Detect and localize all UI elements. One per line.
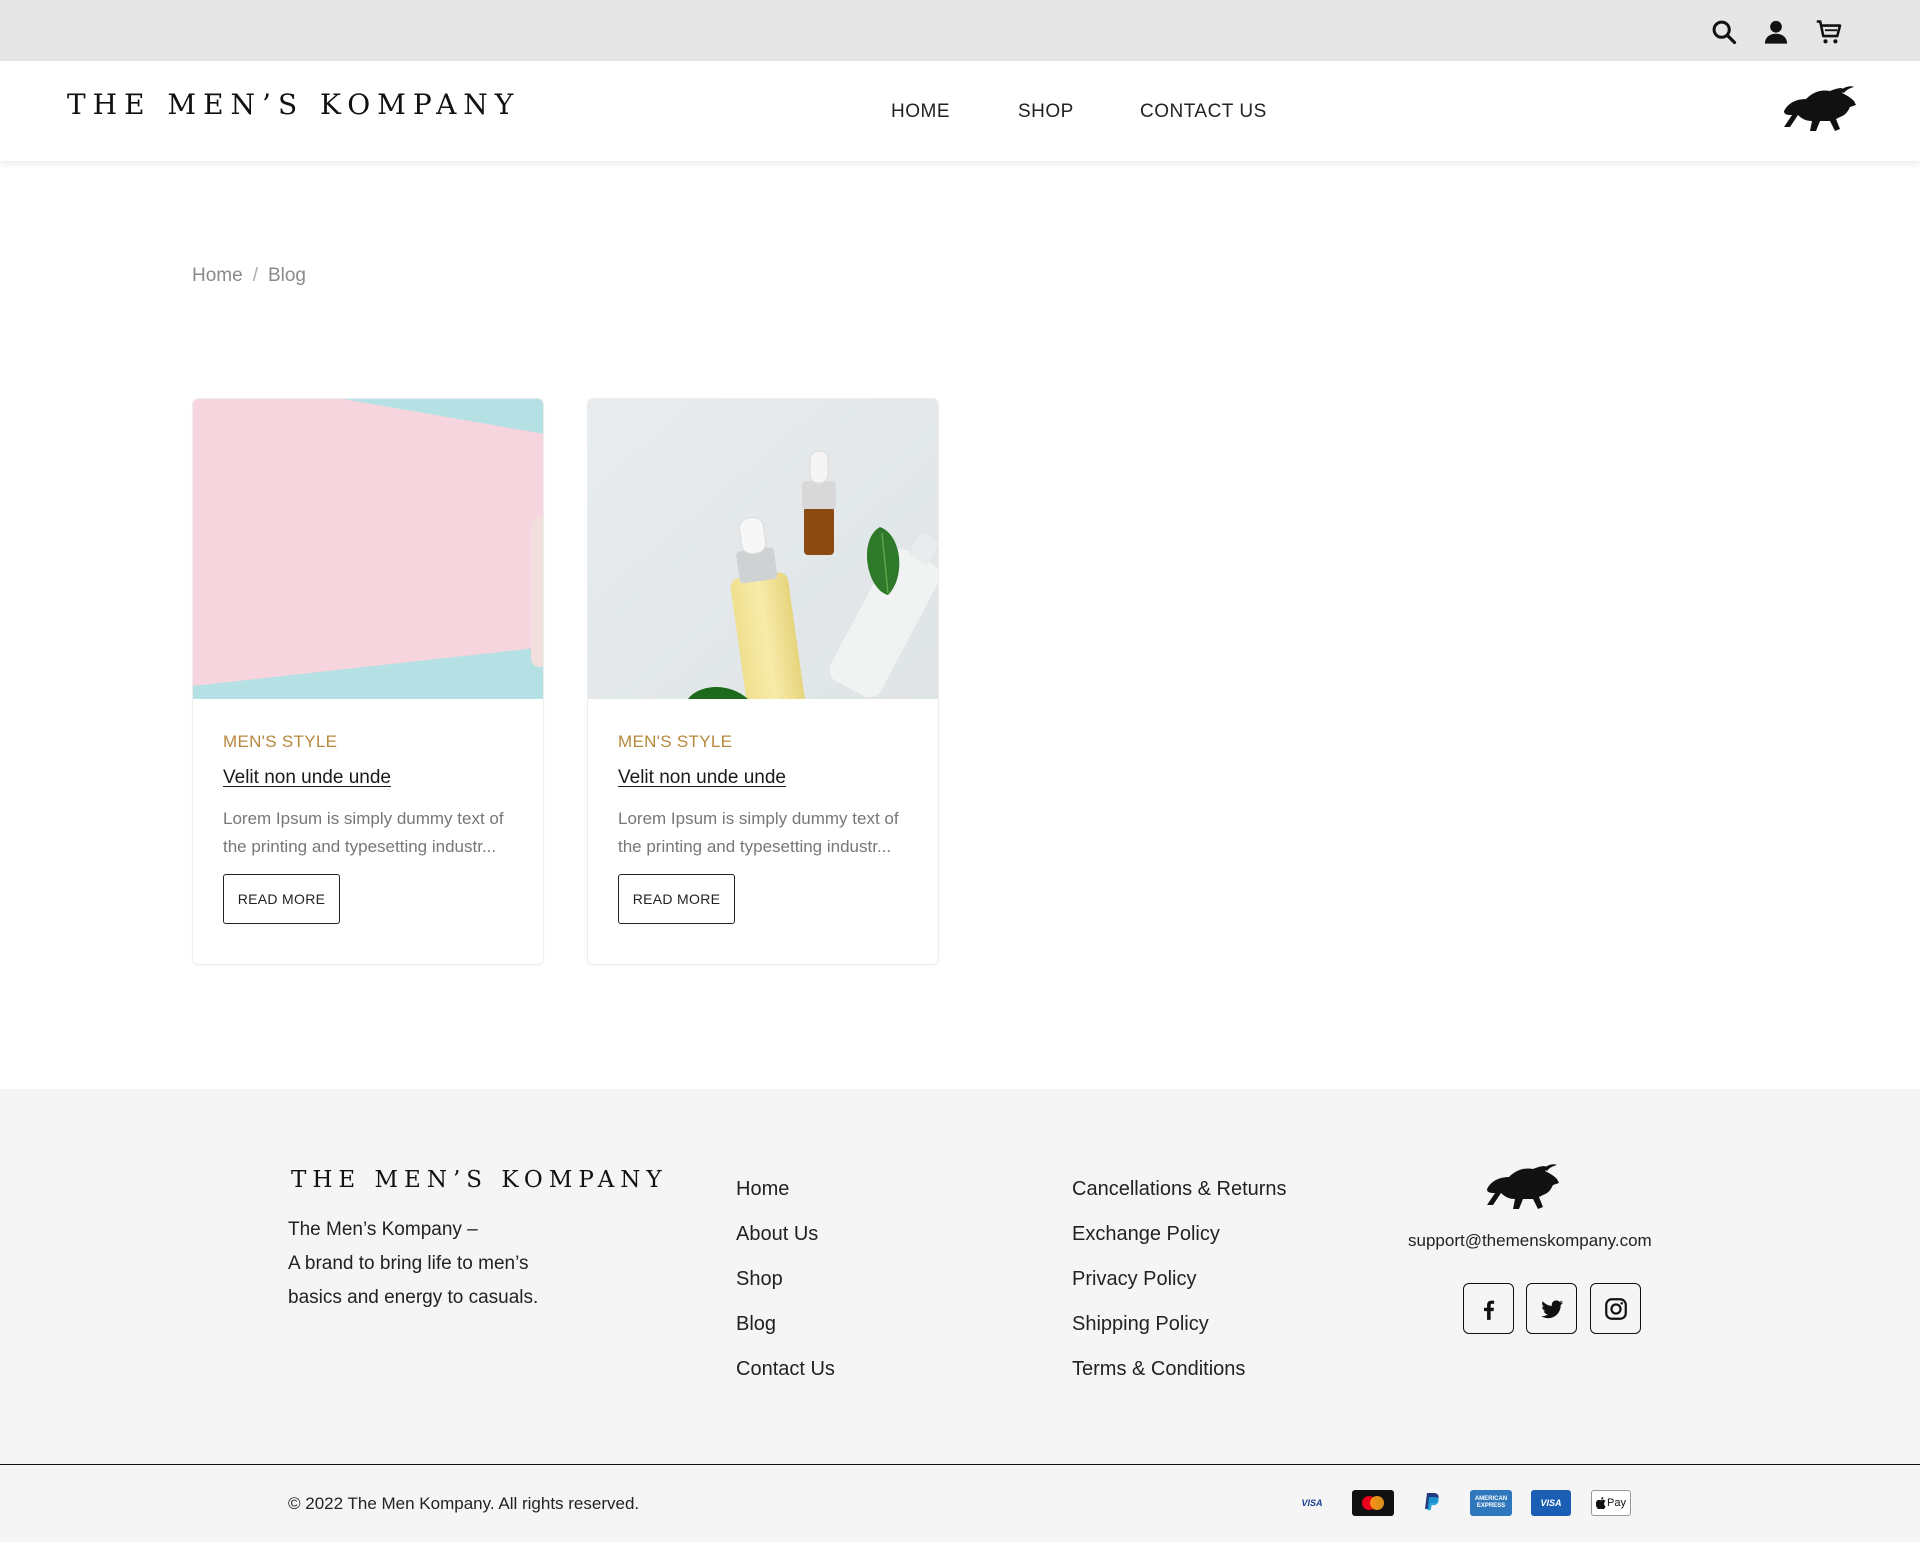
apple-pay-label: Pay bbox=[1607, 1497, 1626, 1509]
footer-bull-logo-icon[interactable] bbox=[1474, 1163, 1570, 1215]
post-title[interactable]: Velit non unde unde bbox=[618, 767, 786, 789]
mastercard-payment-icon bbox=[1352, 1490, 1394, 1516]
site-footer: THE MEN’S KOMPANY The Men’s Kompany – A … bbox=[0, 1089, 1920, 1542]
breadcrumb-separator: / bbox=[252, 265, 258, 286]
nav-home[interactable]: HOME bbox=[891, 101, 950, 123]
footer-tagline-line: The Men’s Kompany – bbox=[288, 1219, 478, 1240]
footer-tagline-line: A brand to bring life to men’s bbox=[288, 1253, 529, 1274]
footer-link-cancellations-returns[interactable]: Cancellations & Returns bbox=[1072, 1177, 1287, 1222]
footer-link-shipping-policy[interactable]: Shipping Policy bbox=[1072, 1312, 1287, 1357]
footer-link-shop[interactable]: Shop bbox=[736, 1267, 835, 1312]
user-icon[interactable] bbox=[1762, 18, 1790, 46]
footer-tagline-line: basics and energy to casuals. bbox=[288, 1287, 539, 1308]
breadcrumb: Home / Blog bbox=[192, 265, 306, 287]
brand-logo[interactable]: THE MEN’S KOMPANY bbox=[67, 88, 520, 121]
footer-link-exchange-policy[interactable]: Exchange Policy bbox=[1072, 1222, 1287, 1267]
visa-electron-payment-icon: VISA bbox=[1531, 1490, 1571, 1516]
breadcrumb-home[interactable]: Home bbox=[192, 265, 243, 286]
twitter-icon[interactable] bbox=[1526, 1283, 1577, 1334]
cart-icon[interactable] bbox=[1815, 18, 1843, 46]
top-utility-bar bbox=[0, 0, 1920, 61]
post-category[interactable]: MEN'S STYLE bbox=[618, 732, 732, 752]
instagram-icon[interactable] bbox=[1590, 1283, 1641, 1334]
footer-tagline: The Men’s Kompany – A brand to bring lif… bbox=[288, 1213, 608, 1315]
nav-contact-us[interactable]: CONTACT US bbox=[1140, 101, 1267, 123]
facebook-icon[interactable] bbox=[1463, 1283, 1514, 1334]
visa-payment-icon: VISA bbox=[1301, 1498, 1323, 1508]
read-more-button[interactable]: READ MORE bbox=[618, 874, 735, 924]
breadcrumb-current: Blog bbox=[267, 265, 306, 286]
footer-link-terms-conditions[interactable]: Terms & Conditions bbox=[1072, 1357, 1287, 1402]
copyright-text: © 2022 The Men Kompany. All rights reser… bbox=[288, 1494, 640, 1513]
apple-pay-icon: Pay bbox=[1591, 1490, 1631, 1516]
main-header: THE MEN’S KOMPANY HOME SHOP CONTACT US bbox=[0, 61, 1920, 161]
blog-card: MEN'S STYLE Velit non unde unde Lorem Ip… bbox=[587, 398, 939, 965]
footer-links-main: Home About Us Shop Blog Contact Us bbox=[736, 1177, 835, 1402]
footer-link-home[interactable]: Home bbox=[736, 1177, 835, 1222]
post-excerpt: Lorem Ipsum is simply dummy text of the … bbox=[618, 809, 899, 856]
post-image[interactable] bbox=[193, 399, 543, 699]
footer-divider bbox=[0, 1464, 1920, 1465]
footer-links-policies: Cancellations & Returns Exchange Policy … bbox=[1072, 1177, 1287, 1402]
amex-payment-icon: AMERICAN EXPRESS bbox=[1470, 1490, 1512, 1516]
post-category[interactable]: MEN'S STYLE bbox=[223, 732, 337, 752]
bull-logo-icon[interactable] bbox=[1780, 85, 1858, 137]
footer-link-blog[interactable]: Blog bbox=[736, 1312, 835, 1357]
nav-shop[interactable]: SHOP bbox=[1018, 101, 1074, 123]
support-email[interactable]: support@themenskompany.com bbox=[1408, 1231, 1652, 1251]
paypal-payment-icon bbox=[1412, 1490, 1452, 1516]
search-icon[interactable] bbox=[1710, 18, 1738, 46]
read-more-button[interactable]: READ MORE bbox=[223, 874, 340, 924]
footer-link-about-us[interactable]: About Us bbox=[736, 1222, 835, 1267]
post-image[interactable] bbox=[588, 399, 938, 699]
post-title[interactable]: Velit non unde unde bbox=[223, 767, 391, 789]
footer-link-privacy-policy[interactable]: Privacy Policy bbox=[1072, 1267, 1287, 1312]
blog-card: MEN'S STYLE Velit non unde unde Lorem Ip… bbox=[192, 398, 544, 965]
post-excerpt: Lorem Ipsum is simply dummy text of the … bbox=[223, 809, 504, 856]
footer-link-contact-us[interactable]: Contact Us bbox=[736, 1357, 835, 1402]
footer-brand-logo[interactable]: THE MEN’S KOMPANY bbox=[291, 1167, 668, 1193]
